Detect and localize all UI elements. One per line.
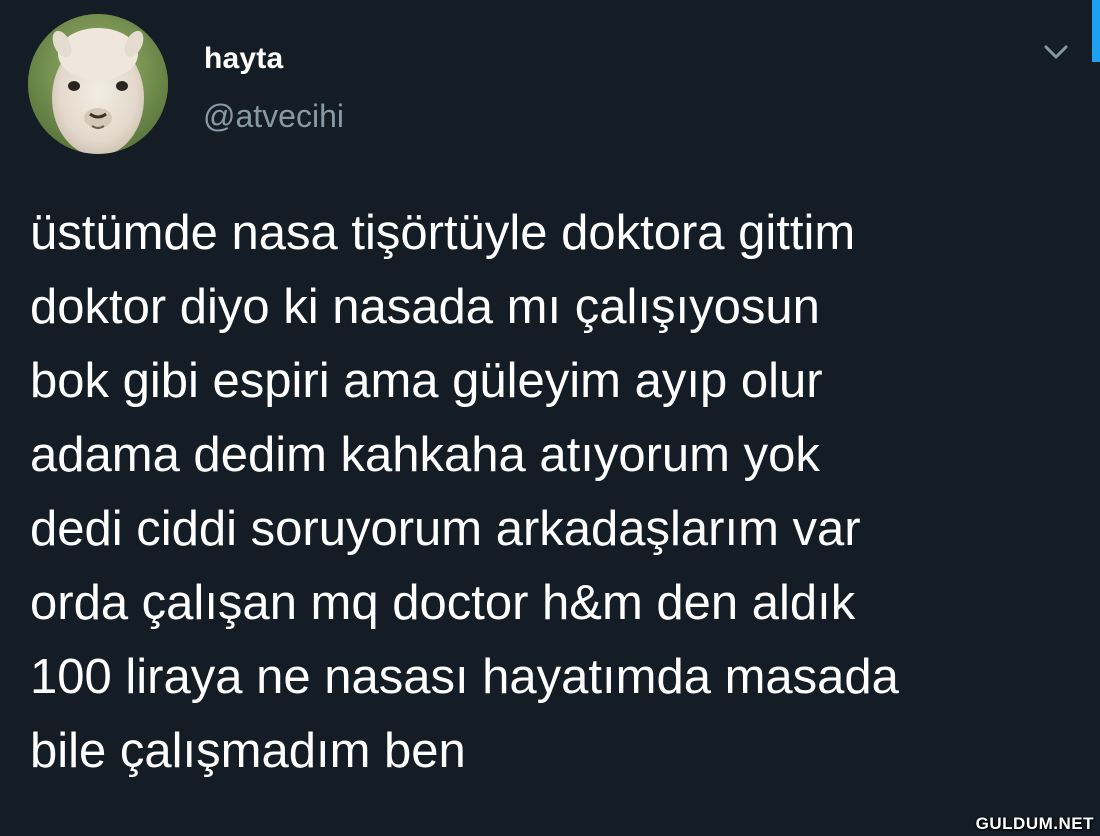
tweet-text-line: doktor diyo ki nasada mı çalışıyosun <box>30 280 820 334</box>
chevron-down-icon[interactable] <box>1038 38 1074 66</box>
tweet-text-line: dedi ciddi soruyorum arkadaşlarım var <box>30 502 861 556</box>
chevron-down-glyph <box>1044 45 1068 59</box>
alpaca-avatar-icon <box>28 14 168 154</box>
author-handle[interactable]: @atvecihi <box>203 98 344 135</box>
tweet-text-line: bile çalışmadım ben <box>30 724 466 778</box>
tweet-card: hayta @atvecihi üstümde nasa tişörtüyle … <box>0 0 1100 836</box>
edge-accent-bar <box>1092 0 1100 62</box>
alpaca-avatar[interactable] <box>28 14 168 154</box>
tweet-text-line: adama dedim kahkaha atıyorum yok <box>30 428 820 482</box>
tweet-text-line: 100 liraya ne nasası hayatımda masada <box>30 650 899 704</box>
tweet-text-line: bok gibi espiri ama güleyim ayıp olur <box>30 354 823 408</box>
tweet-text: üstümde nasa tişörtüyle doktora gittim d… <box>30 196 1080 788</box>
author-display-name[interactable]: hayta <box>204 42 283 76</box>
tweet-text-line: orda çalışan mq doctor h&m den aldık <box>30 576 856 630</box>
tweet-text-line: üstümde nasa tişörtüyle doktora gittim <box>30 206 856 260</box>
site-watermark: GULDUM.NET <box>975 814 1094 833</box>
